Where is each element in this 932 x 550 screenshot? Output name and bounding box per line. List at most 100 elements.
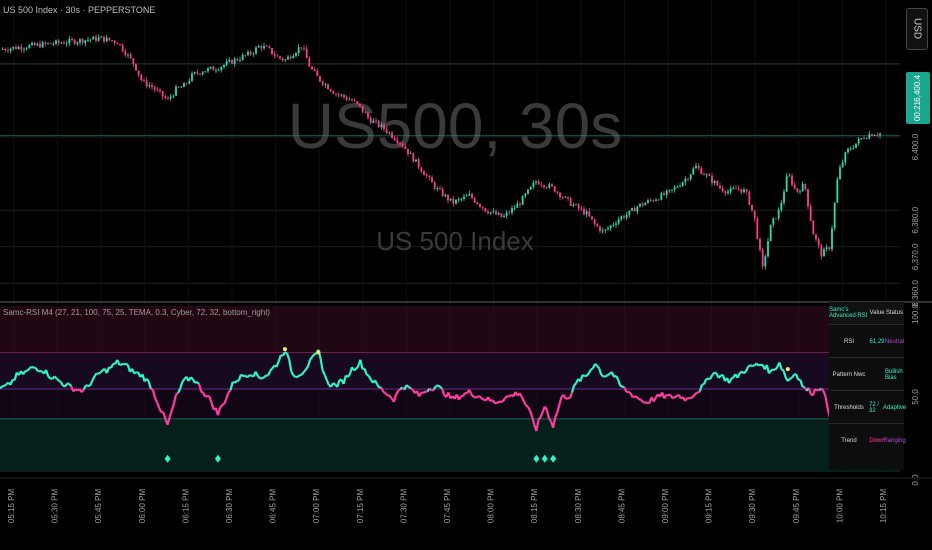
- candle-body: [236, 58, 239, 61]
- candle-body: [521, 196, 524, 205]
- candle-body: [287, 56, 289, 60]
- rsi-segment: [820, 387, 825, 392]
- candle-body: [241, 55, 244, 60]
- currency-button[interactable]: USD: [906, 8, 928, 50]
- candle-body: [436, 188, 439, 189]
- table-header-title: Samc's Advanced RSI: [829, 307, 868, 319]
- candle-body: [23, 48, 25, 50]
- candle-body: [615, 223, 617, 225]
- time-tick-label: 05:45 PM: [94, 489, 103, 524]
- candle-body: [132, 58, 135, 64]
- oversold-zone: [0, 418, 900, 472]
- candle-body: [828, 247, 831, 250]
- candle-body: [513, 207, 516, 209]
- candle-body: [815, 234, 817, 240]
- indicator-legend[interactable]: Samc-RSI M4 (27, 21, 100, 75, 25, TEMA, …: [3, 308, 270, 317]
- candle-body: [143, 80, 145, 81]
- rsi-tick-label: 100.0: [911, 303, 920, 324]
- peak-marker: [316, 350, 321, 355]
- row-value: [869, 358, 885, 391]
- candle-body: [844, 152, 847, 163]
- lower-mid-zone: [0, 389, 900, 419]
- candle-body: [279, 56, 281, 59]
- table-header-row: Samc's Advanced RSI Value Status: [829, 302, 904, 324]
- candle-body: [455, 199, 457, 204]
- candle-body: [820, 245, 823, 257]
- rsi-axis[interactable]: 100.0 50.0 0.0: [911, 303, 920, 485]
- candle-body: [145, 80, 148, 87]
- candle-body: [260, 45, 263, 49]
- candle-body: [313, 69, 316, 71]
- rsi-segment: [0, 385, 3, 390]
- candle-body: [129, 54, 132, 59]
- candle-body: [92, 36, 95, 40]
- candle-body: [105, 37, 108, 42]
- candle-body: [729, 188, 732, 192]
- candle-body: [345, 97, 348, 100]
- candle-body: [159, 89, 161, 91]
- candle-body: [567, 196, 569, 199]
- candle-body: [372, 120, 375, 123]
- candle-body: [732, 188, 735, 190]
- candle-body: [84, 40, 87, 44]
- candle-body: [772, 218, 775, 225]
- candle-body: [487, 211, 489, 214]
- table-row: Thresholds 72 / 32 Adaptive: [829, 390, 906, 424]
- time-axis[interactable]: 05:15 PM 05:30 PM 05:45 PM 06:00 PM 06:15 PM…: [0, 477, 932, 524]
- candle-body: [543, 185, 545, 188]
- candle-body: [727, 191, 729, 194]
- candle-body: [831, 228, 833, 250]
- candle-body: [452, 198, 455, 204]
- candle-body: [135, 63, 137, 71]
- candle-body: [745, 189, 748, 192]
- candle-body: [855, 143, 857, 148]
- candle-body: [415, 159, 417, 162]
- candle-body: [809, 206, 812, 221]
- candle-body: [700, 168, 703, 175]
- candle-body: [540, 184, 543, 186]
- rsi-segment: [619, 384, 623, 388]
- candle-body: [607, 228, 609, 230]
- rsi-segment: [207, 394, 210, 398]
- candle-body: [116, 42, 119, 45]
- candle-body: [412, 153, 415, 162]
- rsi-segment: [53, 375, 58, 380]
- candle-body: [183, 83, 185, 88]
- row-status: Neutral: [884, 338, 905, 345]
- price-tick-label: 6,380.0: [911, 206, 920, 233]
- candle-body: [612, 224, 615, 226]
- chart-canvas[interactable]: US500, 30s US 500 Index US 500 Index · 3…: [0, 0, 932, 550]
- candle-body: [799, 191, 801, 193]
- candle-body: [625, 214, 628, 218]
- candle-body: [428, 175, 431, 178]
- candle-body: [79, 39, 81, 43]
- candle-body: [769, 224, 772, 242]
- last-price-countdown: 00:21: [913, 101, 922, 122]
- candle-body: [807, 189, 809, 207]
- candle-body: [169, 96, 172, 99]
- candle-body: [764, 256, 767, 267]
- candle-body: [220, 66, 223, 70]
- candle-body: [793, 184, 796, 189]
- candle-body: [713, 181, 716, 183]
- candle-body: [47, 43, 49, 44]
- rsi-segment: [366, 373, 370, 377]
- candle-body: [196, 72, 199, 74]
- rsi-segment: [263, 374, 267, 379]
- price-axis[interactable]: 6,400.06,380.06,370.06,360.0: [911, 133, 920, 307]
- rsi-segment: [504, 395, 508, 399]
- candle-body: [329, 89, 332, 92]
- rsi-segment: [714, 371, 718, 375]
- candle-body: [239, 59, 241, 61]
- candle-body: [495, 211, 497, 215]
- candle-body: [463, 196, 465, 199]
- candle-body: [151, 85, 153, 88]
- candle-body: [97, 37, 100, 41]
- candle-body: [473, 198, 476, 203]
- candle-body: [852, 147, 855, 149]
- peak-marker: [785, 367, 790, 372]
- rsi-segment: [119, 363, 122, 367]
- candle-body: [111, 40, 113, 42]
- rsi-segment: [590, 367, 594, 371]
- candle-body: [185, 83, 188, 85]
